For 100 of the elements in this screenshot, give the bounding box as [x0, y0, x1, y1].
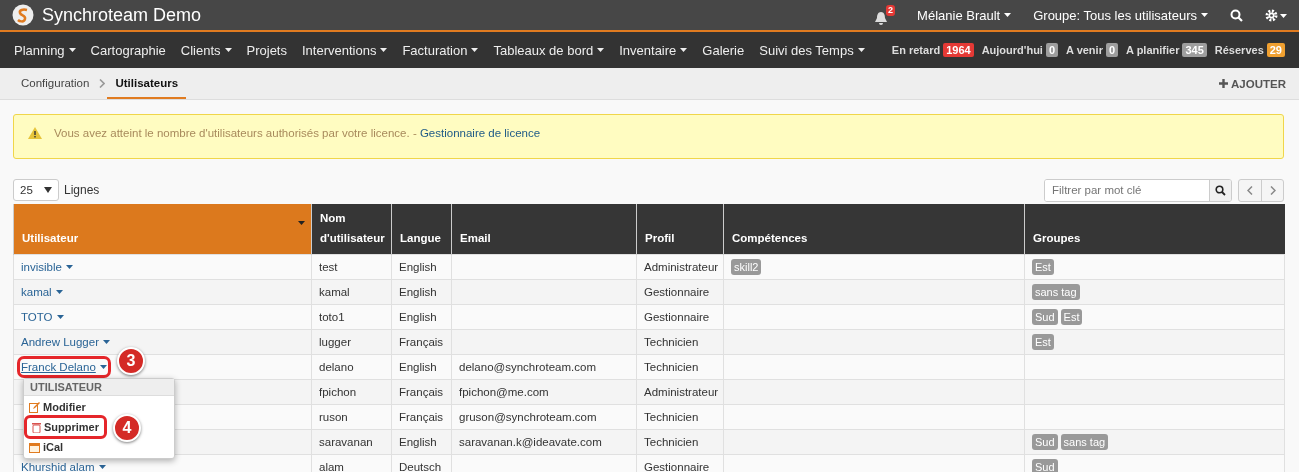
table-cell: Administrateur: [636, 379, 724, 405]
user-link[interactable]: Franck Delano: [21, 360, 107, 374]
caret-icon: [65, 265, 73, 269]
nav-menu-item[interactable]: Projets: [246, 42, 287, 58]
user-link[interactable]: invisible: [21, 260, 73, 274]
table-cell: Administrateur: [636, 254, 724, 280]
user-menu[interactable]: Mélanie Brault: [917, 7, 1012, 23]
search-field[interactable]: Filtrer par mot clé: [1044, 178, 1232, 202]
column-header[interactable]: Profil: [636, 204, 724, 255]
settings-icon[interactable]: [1265, 8, 1287, 22]
nav-menu-item[interactable]: Galerie: [702, 42, 745, 58]
chevron-right-icon: [1269, 185, 1276, 195]
caret-icon: [298, 221, 305, 225]
menu-item[interactable]: iCal: [24, 438, 69, 456]
caret-icon: [98, 465, 106, 469]
caret-icon: [471, 48, 479, 52]
add-button[interactable]: AJOUTER: [1219, 68, 1286, 99]
table-cell: kamal: [311, 279, 392, 305]
table-cell: gruson@synchroteam.com: [451, 404, 637, 430]
app-title: Synchroteam Demo: [42, 4, 202, 26]
table-cell: saravanan.k@ideavate.com: [451, 429, 637, 455]
counter-label: A venir: [1066, 44, 1103, 56]
license-link[interactable]: Gestionnaire de licence: [419, 127, 541, 139]
caret-icon: [99, 365, 107, 369]
column-header[interactable]: Langue: [391, 204, 452, 255]
nav-menu-item[interactable]: Interventions: [302, 42, 388, 58]
group-tag: sans tag: [1060, 434, 1109, 450]
alert-message: Vous avez atteint le nombre d'utilisateurs authorisés par votre licence. - Gestionnaire de licence: [54, 127, 541, 141]
caret-icon: [68, 48, 76, 52]
counter-label: Aujourd'hui: [981, 44, 1043, 56]
calendar-icon: [29, 441, 40, 453]
nav-menu-item[interactable]: Planning: [14, 42, 76, 58]
group-tag: Est: [1032, 334, 1054, 350]
user-link[interactable]: kamal: [21, 285, 63, 299]
table-cell: fpichon@me.com: [451, 379, 637, 405]
table-cell: English: [391, 254, 452, 280]
counter-label: Réserves: [1214, 44, 1264, 56]
table-cell: saravanan: [311, 429, 392, 455]
breadcrumb-tab[interactable]: Utilisateurs: [107, 68, 187, 99]
table-cell: fpichon: [311, 379, 392, 405]
caret-icon: [1004, 13, 1012, 17]
plus-icon: [1219, 79, 1229, 88]
search-icon: [1215, 184, 1226, 196]
chevron-icon: [99, 79, 106, 88]
edit-icon: [29, 401, 40, 413]
column-header[interactable]: Compétences: [723, 204, 1025, 255]
table-cell: delano: [311, 354, 392, 380]
table-cell: Gestionnaire: [636, 304, 724, 330]
callout-badge: 3: [117, 347, 145, 375]
warning-icon: [28, 127, 42, 139]
logo-icon: [12, 4, 34, 26]
caret-icon: [55, 290, 63, 294]
table-cell: test: [311, 254, 392, 280]
column-header[interactable]: Groupes: [1024, 204, 1285, 255]
group-tag: sans tag: [1032, 284, 1080, 300]
caret-icon: [224, 48, 232, 52]
group-tag: Est: [1060, 309, 1083, 325]
page-size-select[interactable]: 25: [13, 179, 59, 201]
nav-menu-item[interactable]: Facturation: [402, 42, 479, 58]
table-cell: delano@synchroteam.com: [451, 354, 637, 380]
column-header[interactable]: Nom d'utilisateur: [311, 204, 392, 255]
table-cell: lugger: [311, 329, 392, 355]
user-link[interactable]: Andrew Lugger: [21, 335, 110, 349]
caret-icon: [103, 340, 110, 344]
group-menu[interactable]: Groupe: Tous les utilisateurs: [1033, 7, 1208, 23]
nav-menu-item[interactable]: Tableaux de bord: [493, 42, 605, 58]
table-cell: ruson: [311, 404, 392, 430]
caret-icon: [857, 48, 865, 52]
nav-menu-item[interactable]: Cartographie: [90, 42, 166, 58]
caret-icon: [1201, 13, 1208, 17]
column-header[interactable]: Email: [451, 204, 637, 255]
menu-item[interactable]: Modifier: [24, 398, 91, 416]
caret-icon: [680, 48, 688, 52]
menu-item[interactable]: Supprimer: [27, 418, 104, 436]
search-icon[interactable]: [1230, 8, 1243, 22]
group-tag: Est: [1032, 259, 1054, 275]
skill-tag: skill2: [731, 259, 762, 275]
caret-icon: [56, 315, 64, 319]
nav-menu-item[interactable]: Clients: [180, 42, 232, 58]
caret-icon: [597, 48, 605, 52]
caret-icon: [380, 48, 388, 52]
counter-label: En retard: [891, 44, 941, 56]
chevron-left-icon: [1247, 185, 1253, 195]
table-cell: Technicien: [636, 329, 724, 355]
table-cell: Technicien: [636, 404, 724, 430]
group-tag: Sud: [1032, 434, 1058, 450]
counter-label: A planifier: [1126, 44, 1180, 56]
nav-menu-item[interactable]: Inventaire: [619, 42, 688, 58]
trash-icon: [32, 421, 41, 433]
user-link[interactable]: Khurshid alam: [21, 460, 106, 472]
user-link[interactable]: TOTO: [21, 310, 64, 324]
group-tag: Sud: [1032, 309, 1058, 325]
counter-badge[interactable]: 1964: [943, 43, 974, 57]
menu-header: UTILISATEUR: [24, 379, 174, 396]
nav-menu-item[interactable]: Suivi des Temps: [759, 42, 865, 58]
notification-button[interactable]: 2: [874, 4, 896, 26]
breadcrumb-tab[interactable]: Configuration: [13, 68, 98, 99]
search-button[interactable]: [1209, 179, 1231, 201]
caret-icon: [44, 187, 52, 193]
table-cell: Technicien: [636, 429, 724, 455]
